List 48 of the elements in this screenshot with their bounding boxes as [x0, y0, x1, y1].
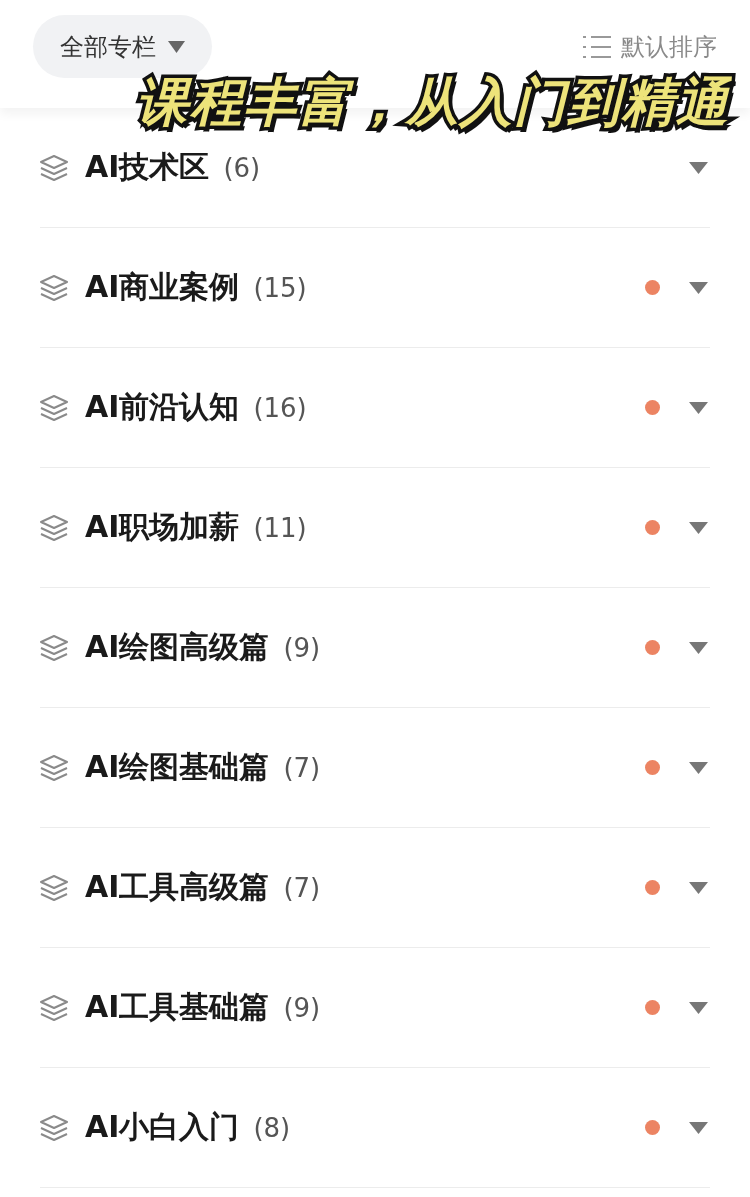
filter-dropdown[interactable]: 全部专栏: [33, 15, 212, 78]
section-title: AI技术区: [85, 148, 210, 186]
caret-icon[interactable]: [689, 161, 708, 174]
section-title: AI职场加薪: [85, 508, 240, 546]
section-count: (7): [283, 752, 321, 783]
layers-icon: [40, 154, 68, 181]
section-row[interactable]: AI职场加薪 (11): [40, 468, 710, 588]
caret-icon[interactable]: [689, 761, 708, 774]
section-title: AI绘图基础篇: [85, 748, 270, 786]
layers-icon: [40, 994, 68, 1021]
section-row[interactable]: AI绘图基础篇 (7): [40, 708, 710, 828]
caret-icon[interactable]: [689, 401, 708, 414]
list-icon: [583, 35, 611, 59]
layers-icon: [40, 634, 68, 661]
caret-icon: [168, 40, 185, 53]
layers-icon: [40, 754, 68, 781]
layers-icon: [40, 1114, 68, 1141]
caret-icon[interactable]: [689, 1001, 708, 1014]
section-title: AI工具高级篇: [85, 868, 270, 906]
section-count: (7): [283, 872, 321, 903]
section-count: (16): [253, 392, 307, 423]
layers-icon: [40, 274, 68, 301]
section-row[interactable]: AI小白入门 (8): [40, 1068, 710, 1188]
section-row[interactable]: AI技术区 (6): [40, 138, 710, 228]
caret-icon[interactable]: [689, 281, 708, 294]
section-count: (11): [253, 512, 307, 543]
section-count: (15): [253, 272, 307, 303]
caret-icon[interactable]: [689, 641, 708, 654]
section-row[interactable]: AI工具高级篇 (7): [40, 828, 710, 948]
section-title: AI小白入门: [85, 1108, 240, 1146]
section-row[interactable]: AI前沿认知 (16): [40, 348, 710, 468]
section-title: AI绘图高级篇: [85, 628, 270, 666]
caret-icon[interactable]: [689, 881, 708, 894]
section-row[interactable]: AI绘图高级篇 (9): [40, 588, 710, 708]
caret-icon[interactable]: [689, 521, 708, 534]
section-title: AI前沿认知: [85, 388, 240, 426]
section-row[interactable]: AI工具基础篇 (9): [40, 948, 710, 1068]
section-title: AI工具基础篇: [85, 988, 270, 1026]
section-title: AI商业案例: [85, 268, 240, 306]
caret-icon[interactable]: [689, 1121, 708, 1134]
section-count: (9): [283, 992, 321, 1023]
layers-icon: [40, 874, 68, 901]
layers-icon: [40, 514, 68, 541]
layers-icon: [40, 394, 68, 421]
section-count: (6): [223, 152, 261, 183]
section-row[interactable]: AI商业案例 (15): [40, 228, 710, 348]
section-count: (9): [283, 632, 321, 663]
section-count: (8): [253, 1112, 291, 1143]
